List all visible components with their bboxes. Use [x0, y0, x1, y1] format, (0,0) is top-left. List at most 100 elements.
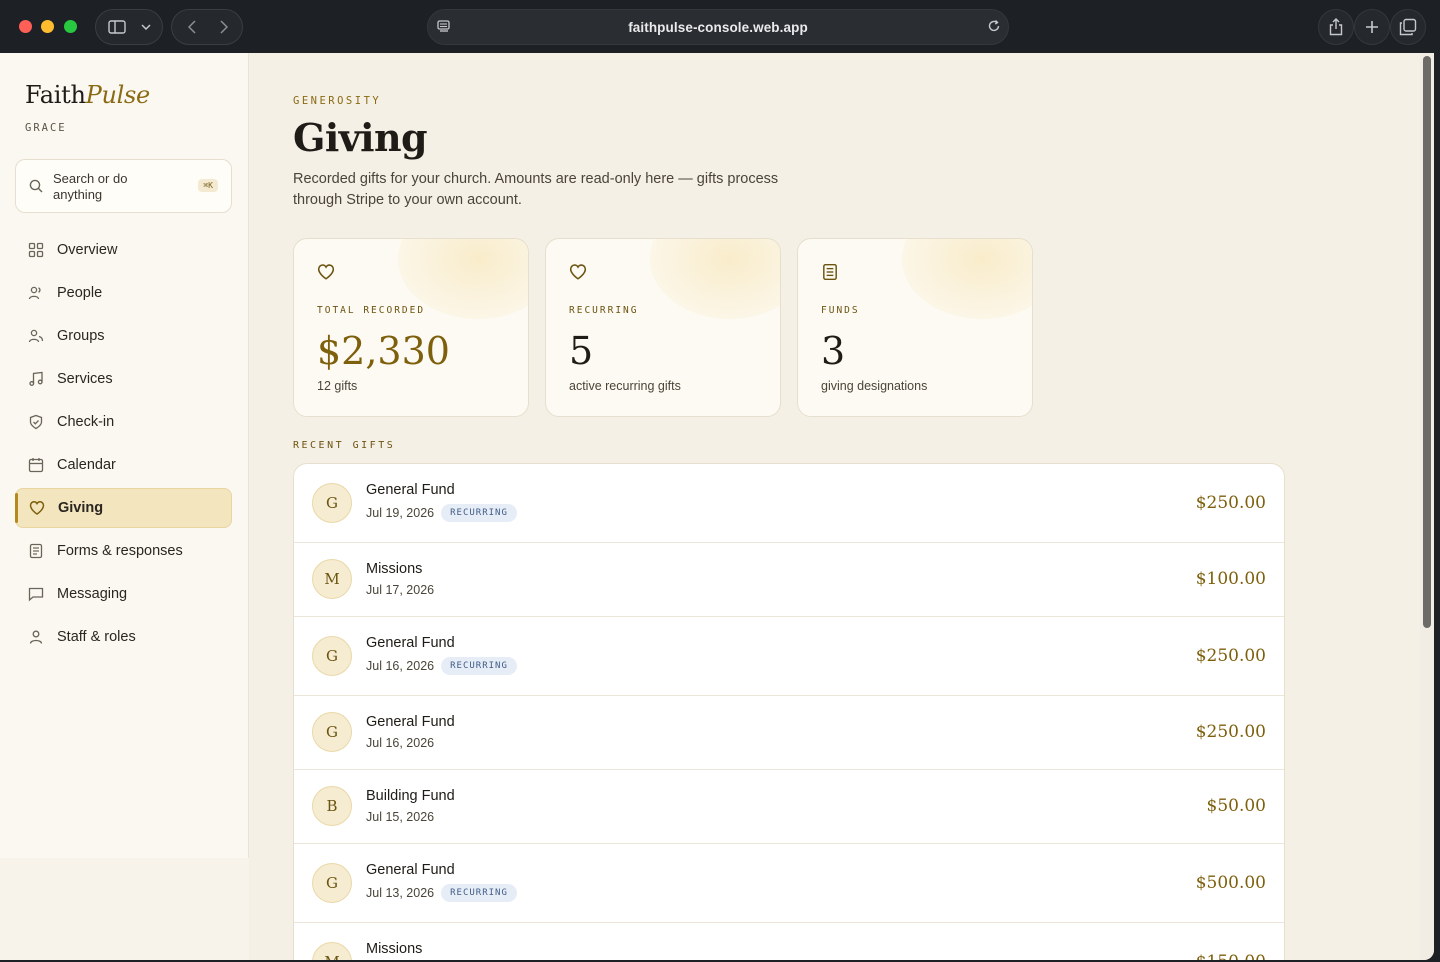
gift-meta: Jul 19, 2026 RECURRING [366, 504, 517, 522]
gift-row[interactable]: G General Fund Jul 16, 2026 $250.00 [294, 696, 1284, 770]
stat-card-recurring: RECURRING 5 active recurring gifts [545, 238, 781, 417]
recurring-badge: RECURRING [441, 504, 517, 522]
brand-accent: Pulse [85, 81, 151, 109]
gift-date: Jul 13, 2026 [366, 886, 435, 900]
people-icon [15, 285, 57, 301]
gift-fund: General Fund [366, 482, 455, 498]
gift-fund: Missions [366, 561, 423, 577]
sidebar-item-overview[interactable]: Overview [15, 230, 232, 270]
stat-label: FUNDS [821, 305, 860, 316]
close-window-button[interactable] [19, 20, 32, 33]
stat-subtext: active recurring gifts [569, 379, 681, 393]
heart-icon [317, 263, 335, 286]
back-icon[interactable] [178, 10, 206, 44]
gift-meta: Jul 16, 2026 [366, 736, 434, 750]
fund-avatar: M [312, 942, 352, 960]
stat-subtext: 12 gifts [317, 379, 358, 393]
sidebar-item-label: Staff & roles [57, 629, 136, 645]
search-placeholder: Search or do anything [53, 171, 128, 202]
sidebar-item-check-in[interactable]: Check-in [15, 402, 232, 442]
sidebar-item-groups[interactable]: Groups [15, 316, 232, 356]
gift-row[interactable]: G General Fund Jul 13, 2026 RECURRING $50… [294, 844, 1284, 923]
window-edge [1434, 53, 1440, 962]
stat-subtext: giving designations [821, 379, 928, 393]
gift-meta: Jul 16, 2026 RECURRING [366, 657, 517, 675]
sidebar-item-label: Services [57, 371, 113, 387]
stat-value: 5 [569, 329, 594, 373]
recurring-badge: RECURRING [441, 884, 517, 902]
fund-avatar: G [312, 636, 352, 676]
shield-check-icon [15, 414, 57, 430]
brand-logo[interactable]: FaithPulse [25, 81, 150, 109]
gift-amount: $500.00 [1195, 873, 1266, 893]
sidebar-item-calendar[interactable]: Calendar [15, 445, 232, 485]
new-tab-icon[interactable] [1354, 9, 1390, 45]
sidebar-item-label: Groups [57, 328, 105, 344]
scrollbar[interactable] [1420, 53, 1434, 960]
sidebar-toggle-group [95, 9, 163, 45]
gift-meta: Jul 17, 2026 [366, 583, 434, 597]
gift-fund: Building Fund [366, 788, 455, 804]
stat-card-funds: FUNDS 3 giving designations [797, 238, 1033, 417]
stat-value: $2,330 [317, 329, 450, 373]
gift-amount: $250.00 [1195, 722, 1266, 742]
recent-gifts-heading: RECENT GIFTS [293, 440, 396, 451]
sidebar-item-giving[interactable]: Giving [15, 488, 232, 528]
fund-avatar: G [312, 712, 352, 752]
page-eyebrow: GENEROSITY [293, 95, 382, 107]
chevron-down-icon[interactable] [136, 10, 156, 44]
stat-label: RECURRING [569, 305, 639, 316]
gift-meta: Jul 15, 2026 [366, 810, 434, 824]
sidebar-item-services[interactable]: Services [15, 359, 232, 399]
search-shortcut-badge: ⌘K [198, 179, 218, 192]
page-title: Giving [293, 115, 428, 160]
sidebar-toggle-icon[interactable] [104, 10, 130, 44]
church-name: GRACE [25, 122, 67, 134]
scrollbar-thumb[interactable] [1423, 56, 1431, 628]
zoom-window-button[interactable] [64, 20, 77, 33]
forward-icon[interactable] [210, 10, 238, 44]
gift-amount: $100.00 [1195, 569, 1266, 589]
sidebar-item-label: Overview [57, 242, 118, 258]
browser-toolbar: faithpulse-console.web.app [0, 0, 1440, 53]
share-icon[interactable] [1318, 9, 1354, 45]
gift-date: Jul 17, 2026 [366, 583, 435, 597]
sidebar-item-label: People [57, 285, 103, 301]
gift-row[interactable]: B Building Fund Jul 15, 2026 $50.00 [294, 770, 1284, 844]
sidebar-item-people[interactable]: People [15, 273, 232, 313]
heart-icon [16, 500, 58, 516]
gift-fund: General Fund [366, 714, 455, 730]
sidebar-item-label: Giving [58, 500, 104, 516]
sidebar-item-label: Messaging [57, 586, 128, 602]
gift-date: Jul 16, 2026 [366, 659, 435, 673]
fund-avatar: G [312, 483, 352, 523]
heart-icon [569, 263, 587, 286]
page: FaithPulse GRACE Search or do anything ⌘… [0, 53, 1434, 960]
gift-row[interactable]: M Missions $150.00 [294, 923, 1284, 960]
grid-icon [15, 242, 57, 258]
address-bar[interactable]: faithpulse-console.web.app [427, 9, 1009, 45]
search-input[interactable]: Search or do anything ⌘K [15, 159, 232, 213]
gift-row[interactable]: G General Fund Jul 16, 2026 RECURRING $25… [294, 617, 1284, 696]
sidebar-item-label: Check-in [57, 414, 115, 430]
stat-label: TOTAL RECORDED [317, 305, 426, 316]
gift-row[interactable]: G General Fund Jul 19, 2026 RECURRING $25… [294, 464, 1284, 543]
stats-cards: TOTAL RECORDED $2,330 12 gifts RECURRING… [293, 238, 1033, 417]
url-text[interactable]: faithpulse-console.web.app [428, 20, 1008, 35]
fund-avatar: M [312, 559, 352, 599]
sidebar-item-staff[interactable]: Staff & roles [15, 617, 232, 657]
sidebar-item-messaging[interactable]: Messaging [15, 574, 232, 614]
gift-date: Jul 16, 2026 [366, 736, 435, 750]
page-description: Recorded gifts for your church. Amounts … [293, 171, 779, 208]
tab-overview-icon[interactable] [1390, 9, 1426, 45]
sidebar-footer-area [0, 858, 249, 960]
gift-row[interactable]: M Missions Jul 17, 2026 $100.00 [294, 543, 1284, 617]
minimize-window-button[interactable] [41, 20, 54, 33]
reload-icon[interactable] [986, 18, 1002, 39]
sidebar-item-forms[interactable]: Forms & responses [15, 531, 232, 571]
sidebar: FaithPulse GRACE Search or do anything ⌘… [0, 53, 249, 858]
gift-amount: $150.00 [1196, 952, 1266, 960]
groups-icon [15, 328, 57, 344]
recurring-badge: RECURRING [441, 657, 517, 675]
music-note-icon [15, 371, 57, 387]
